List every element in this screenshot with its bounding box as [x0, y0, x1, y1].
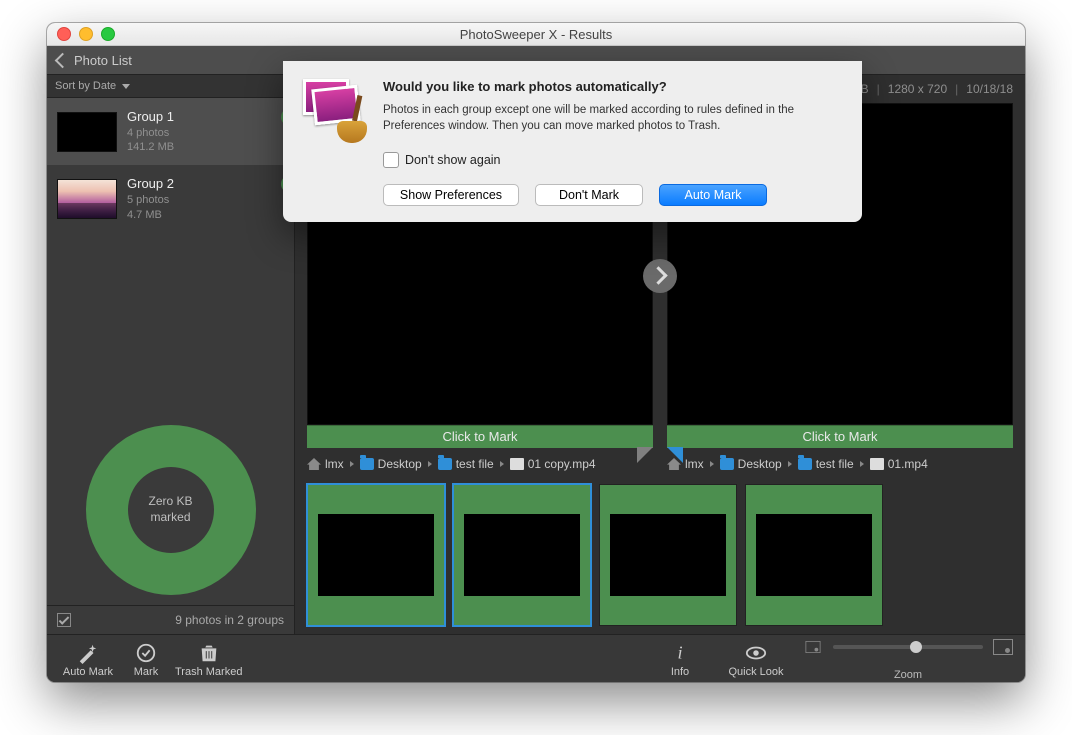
toolbar: Auto Mark Mark Trash Marked i Info Quick… — [47, 634, 1025, 682]
path-seg: Desktop — [378, 457, 422, 471]
path-user: lmx — [685, 457, 704, 471]
path-sep-icon — [428, 461, 432, 467]
group-thumb-icon — [57, 112, 117, 152]
chevron-down-icon — [122, 84, 130, 89]
donut-line1: Zero KB — [148, 494, 192, 508]
mark-right-button[interactable]: Click to Mark — [667, 425, 1013, 448]
quick-look-label: Quick Look — [728, 666, 783, 678]
group-name: Group 1 — [127, 108, 174, 126]
folder-icon — [438, 458, 452, 470]
back-label: Photo List — [74, 53, 132, 68]
eye-icon — [745, 642, 767, 664]
zoom-window-icon[interactable] — [101, 27, 115, 41]
path-file: 01.mp4 — [888, 457, 928, 471]
trash-label: Trash Marked — [175, 666, 242, 678]
path-user: lmx — [325, 457, 344, 471]
path-seg: test file — [816, 457, 854, 471]
group-name: Group 2 — [127, 175, 174, 193]
strip-thumb-3[interactable] — [599, 484, 737, 626]
info-button[interactable]: i Info — [651, 642, 709, 678]
strip-thumb-4[interactable] — [745, 484, 883, 626]
mark-label: Mark — [134, 666, 158, 678]
group-size: 4.7 MB — [127, 208, 174, 223]
file-date: 10/18/18 — [966, 82, 1013, 96]
home-icon — [307, 458, 321, 470]
sort-label: Sort by Date — [55, 80, 116, 92]
group-count: 5 photos — [127, 193, 174, 208]
svg-text:i: i — [677, 643, 682, 663]
file-icon — [510, 458, 524, 470]
auto-mark-button[interactable]: Auto Mark — [59, 642, 117, 678]
close-icon[interactable] — [57, 27, 71, 41]
path-sep-icon — [500, 461, 504, 467]
info-icon: i — [669, 642, 691, 664]
trash-marked-button[interactable]: Trash Marked — [175, 642, 242, 678]
folder-icon — [720, 458, 734, 470]
group-count: 4 photos — [127, 126, 174, 141]
file-dims: 1280 x 720 — [888, 82, 947, 96]
dialog-title: Would you like to mark photos automatica… — [383, 79, 842, 94]
auto-mark-confirm-button[interactable]: Auto Mark — [659, 184, 767, 206]
folder-icon — [360, 458, 374, 470]
path-sep-icon — [710, 461, 714, 467]
file-icon — [870, 458, 884, 470]
auto-mark-dialog: Would you like to mark photos automatica… — [283, 61, 862, 222]
dialog-body: Photos in each group except one will be … — [383, 102, 842, 134]
path-sep-icon — [860, 461, 864, 467]
chevron-left-icon — [55, 52, 71, 68]
titlebar: PhotoSweeper X - Results — [47, 23, 1025, 46]
quick-look-button[interactable]: Quick Look — [727, 642, 785, 678]
path-seg: Desktop — [738, 457, 782, 471]
mark-button[interactable]: Mark — [117, 642, 175, 678]
zoom-label: Zoom — [833, 669, 983, 681]
chevron-right-icon — [649, 266, 667, 284]
group-thumb-icon — [57, 179, 117, 219]
checkbox-icon — [383, 152, 399, 168]
strip-thumb-1[interactable] — [307, 484, 445, 626]
group-size: 141.2 MB — [127, 140, 174, 155]
info-label: Info — [671, 666, 689, 678]
zoom-large-icon — [993, 639, 1013, 655]
window-title: PhotoSweeper X - Results — [47, 27, 1025, 42]
path-file: 01 copy.mp4 — [528, 457, 596, 471]
mark-icon — [135, 642, 157, 664]
sidebar-footer: 9 photos in 2 groups — [47, 605, 294, 634]
show-preferences-button[interactable]: Show Preferences — [383, 184, 519, 206]
sort-menu[interactable]: Sort by Date — [47, 75, 294, 98]
path-left[interactable]: lmx Desktop test file 01 copy.mp4 — [307, 454, 653, 474]
select-all-checkbox-icon[interactable] — [57, 613, 71, 627]
path-sep-icon — [350, 461, 354, 467]
minimize-icon[interactable] — [79, 27, 93, 41]
back-to-photo-list[interactable]: Photo List — [47, 53, 142, 68]
strip-thumb-2[interactable] — [453, 484, 591, 626]
path-right[interactable]: lmx Desktop test file 01.mp4 — [667, 454, 1013, 474]
sidebar-group-1[interactable]: Group 1 4 photos 141.2 MB 4 — [47, 98, 294, 165]
zoom-slider[interactable] — [833, 645, 983, 649]
dont-show-label: Don't show again — [405, 153, 501, 167]
dont-show-again-checkbox[interactable]: Don't show again — [383, 152, 842, 168]
sidebar-summary: 9 photos in 2 groups — [175, 613, 284, 627]
path-seg: test file — [456, 457, 494, 471]
wand-icon — [77, 642, 99, 664]
sidebar-group-2[interactable]: Group 2 5 photos 4.7 MB 5 — [47, 165, 294, 232]
dialog-broom-icon — [303, 79, 367, 143]
trash-icon — [198, 642, 220, 664]
sidebar: Sort by Date Group 1 4 photos 141.2 MB 4 — [47, 75, 295, 634]
dont-mark-button[interactable]: Don't Mark — [535, 184, 643, 206]
left-selection-corner-icon — [637, 447, 653, 463]
zoom-small-icon — [806, 641, 821, 653]
marked-size-donut: Zero KB marked — [86, 425, 256, 595]
next-pair-button[interactable] — [643, 259, 677, 293]
app-window: PhotoSweeper X - Results Photo List Sort… — [47, 23, 1025, 682]
thumbnail-strip — [295, 476, 1025, 634]
mark-left-button[interactable]: Click to Mark — [307, 425, 653, 448]
donut-line2: marked — [150, 510, 190, 524]
auto-mark-label: Auto Mark — [63, 666, 113, 678]
folder-icon — [798, 458, 812, 470]
path-sep-icon — [788, 461, 792, 467]
